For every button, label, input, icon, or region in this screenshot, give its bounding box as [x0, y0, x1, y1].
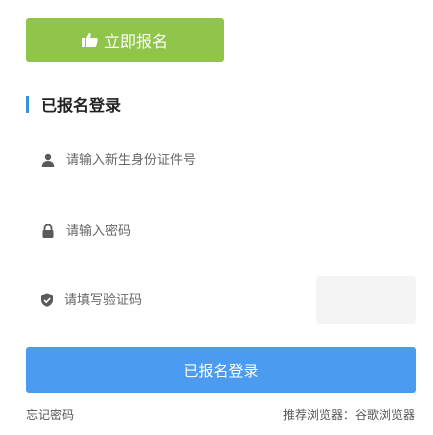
- registered-login-button[interactable]: 已报名登录: [26, 347, 416, 393]
- captcha-image[interactable]: [316, 276, 416, 324]
- user-icon: [40, 152, 56, 168]
- registered-login-label: 已报名登录: [183, 361, 259, 380]
- thumbs-up-icon: [81, 33, 98, 47]
- register-now-label: 立即报名: [103, 32, 168, 51]
- id-number-field: [26, 136, 416, 184]
- lock-icon: [40, 223, 56, 239]
- password-field: [26, 207, 416, 255]
- shield-check-icon: [40, 292, 54, 308]
- register-now-button[interactable]: 立即报名: [26, 18, 224, 62]
- id-number-input[interactable]: [66, 152, 366, 168]
- title-accent-bar: [26, 95, 29, 113]
- forgot-password-label: 忘记密码: [26, 408, 75, 422]
- login-section-title-text: 已报名登录: [41, 96, 122, 115]
- verification-code-input[interactable]: [64, 292, 296, 308]
- login-section-title: 已报名登录: [26, 92, 121, 116]
- verification-code-field: [26, 276, 296, 324]
- password-input[interactable]: [66, 223, 366, 239]
- recommended-browser-link[interactable]: 谷歌浏览器: [355, 408, 415, 422]
- forgot-password-link[interactable]: 忘记密码: [26, 406, 74, 423]
- recommended-browser-note: 推荐浏览器：谷歌浏览器: [283, 406, 415, 423]
- recommended-browser-prefix: 推荐浏览器：: [282, 408, 355, 422]
